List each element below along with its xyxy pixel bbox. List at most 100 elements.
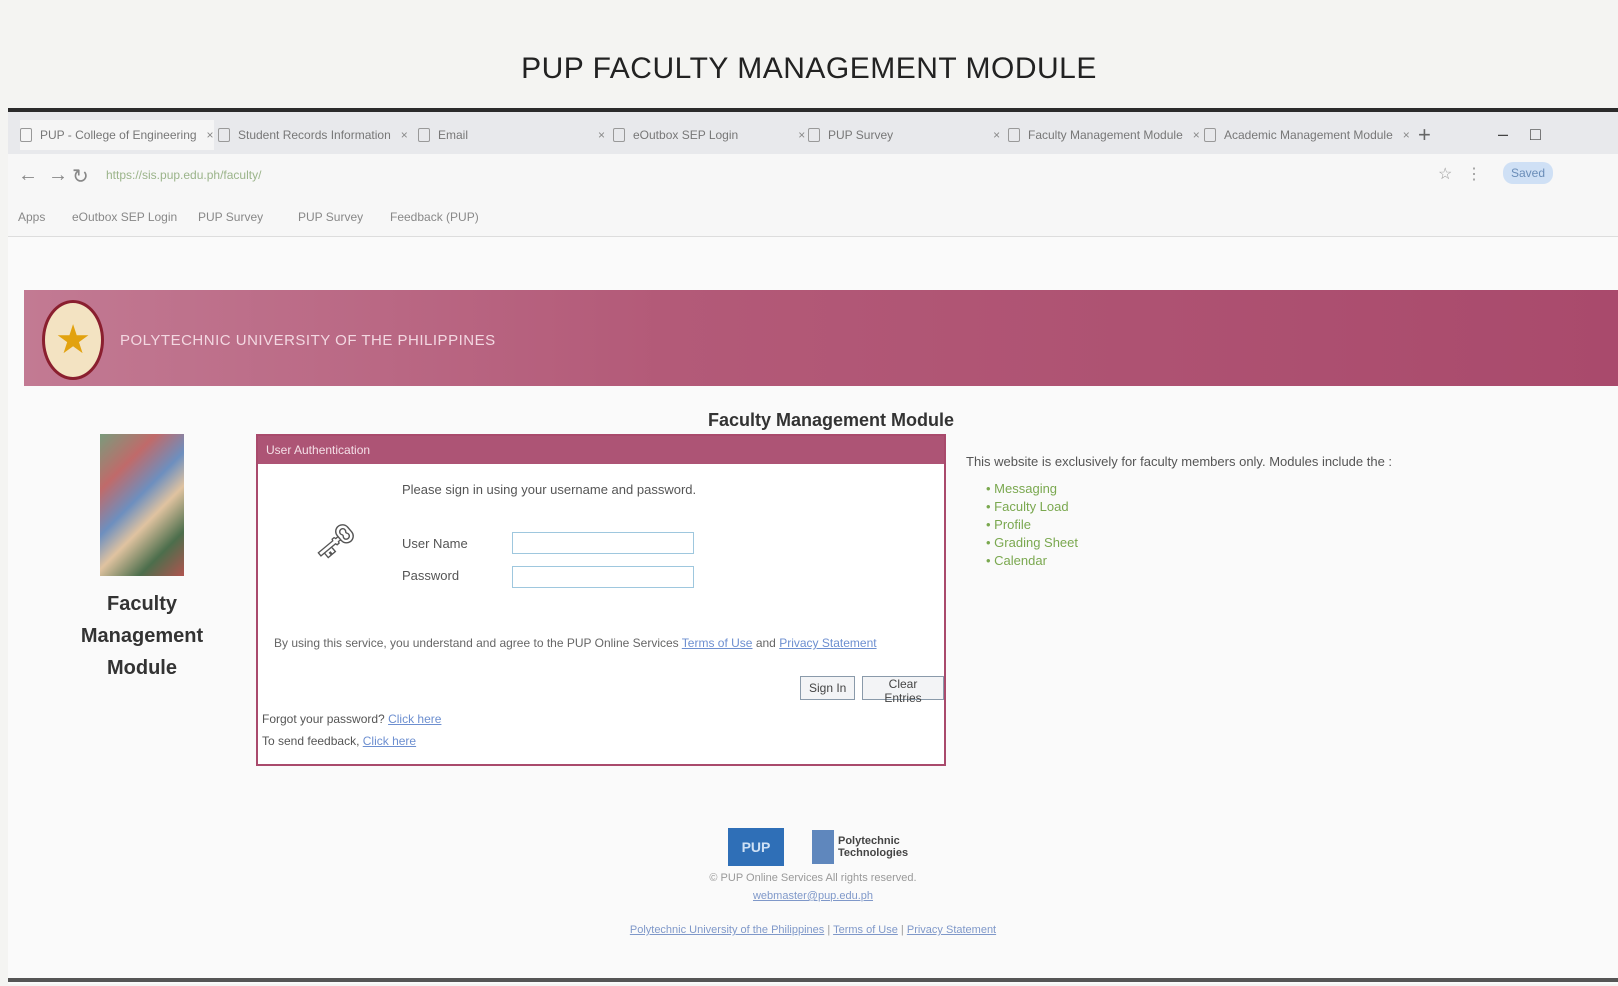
- footer-contact: webmaster@pup.edu.ph: [8, 890, 1618, 902]
- tab-faculty-management[interactable]: Faculty Management Module ×: [1008, 120, 1200, 150]
- privacy-statement-link[interactable]: Privacy Statement: [779, 636, 876, 650]
- maximize-icon[interactable]: □: [1530, 124, 1541, 145]
- tab-eoutbox[interactable]: eOutbox SEP Login ×: [613, 120, 805, 150]
- footer-university-link[interactable]: Polytechnic University of the Philippine…: [630, 924, 824, 936]
- close-icon[interactable]: ×: [1403, 128, 1410, 142]
- bookmark-survey-2[interactable]: PUP Survey: [298, 210, 363, 224]
- tab-academic-management[interactable]: Academic Management Module ×: [1204, 120, 1410, 150]
- close-icon[interactable]: ×: [1193, 128, 1200, 142]
- page-icon: [218, 128, 230, 142]
- page-icon: [418, 128, 430, 142]
- forward-icon[interactable]: →: [48, 164, 68, 187]
- university-banner: ★ POLYTECHNIC UNIVERSITY OF THE PHILIPPI…: [24, 290, 1618, 386]
- forgot-text: Forgot your password?: [262, 712, 385, 726]
- profile-button[interactable]: Saved: [1503, 162, 1554, 184]
- feedback-row: To send feedback, Click here: [262, 734, 416, 748]
- browser-window: PUP - College of Engineering × Student Re…: [8, 108, 1618, 984]
- forgot-password-link[interactable]: Click here: [388, 712, 441, 726]
- terms-and: and: [755, 636, 776, 650]
- terms-of-use-link[interactable]: Terms of Use: [682, 636, 753, 650]
- close-icon[interactable]: ×: [401, 128, 408, 142]
- footer-copyright: © PUP Online Services All rights reserve…: [709, 872, 917, 884]
- minimize-icon[interactable]: –: [1498, 124, 1508, 145]
- footer-terms-link[interactable]: Terms of Use: [833, 924, 898, 936]
- forgot-password-row: Forgot your password? Click here: [262, 712, 441, 726]
- partner-logo: Polytechnic Technologies: [812, 830, 908, 864]
- close-icon[interactable]: ×: [207, 128, 214, 142]
- clear-entries-button[interactable]: Clear Entries: [862, 676, 944, 705]
- username-label: User Name: [402, 536, 468, 551]
- frame-edge: [8, 978, 1618, 982]
- tab-label: Student Records Information: [238, 128, 391, 142]
- tab-label: eOutbox SEP Login: [633, 128, 739, 142]
- tab-engineering[interactable]: PUP - College of Engineering ×: [20, 120, 214, 150]
- star-icon: ★: [55, 318, 91, 362]
- username-input[interactable]: [512, 532, 694, 554]
- login-panel: User Authentication Please sign in using…: [256, 434, 946, 766]
- banner-title: POLYTECHNIC UNIVERSITY OF THE PHILIPPINE…: [120, 332, 496, 349]
- sign-in-button[interactable]: Sign In: [800, 676, 856, 700]
- password-label: Password: [402, 568, 460, 583]
- address-bar[interactable]: https://sis.pup.edu.ph/faculty/: [106, 168, 261, 182]
- caption-line: Management: [80, 625, 204, 647]
- page-title: Faculty Management Module: [708, 410, 955, 430]
- login-panel-header: User Authentication: [258, 436, 944, 464]
- tab-label: Academic Management Module: [1224, 128, 1393, 142]
- partner-logo-text: Polytechnic Technologies: [838, 835, 908, 859]
- tab-survey[interactable]: PUP Survey ×: [808, 120, 1000, 150]
- bookmarks-bar: Apps eOutbox SEP Login PUP Survey PUP Su…: [8, 198, 1618, 237]
- info-intro: This website is exclusively for faculty …: [966, 454, 1393, 469]
- page-icon: [1204, 128, 1216, 142]
- university-seal-logo: ★: [42, 300, 104, 380]
- module-list: Messaging Faculty Load Profile Grading S…: [986, 480, 1078, 570]
- list-item: Calendar: [986, 552, 1078, 570]
- bookmark-eoutbox[interactable]: eOutbox SEP Login: [72, 210, 177, 224]
- partner-logo-line: Technologies: [838, 847, 909, 859]
- list-item: Messaging: [986, 480, 1078, 498]
- tab-label: PUP Survey: [828, 128, 894, 142]
- partner-logo-mark: [812, 830, 834, 864]
- feedback-link[interactable]: Click here: [363, 734, 416, 748]
- partner-logo-line: Polytechnic: [838, 835, 900, 847]
- bookmark-survey-1[interactable]: PUP Survey: [198, 210, 263, 224]
- page-icon: [808, 128, 820, 142]
- login-instruction: Please sign in using your username and p…: [402, 482, 697, 497]
- close-icon[interactable]: ×: [798, 128, 805, 142]
- list-item: Faculty Load: [986, 498, 1078, 516]
- page-icon: [20, 128, 32, 142]
- tab-label: PUP - College of Engineering: [40, 128, 197, 142]
- tab-email[interactable]: Email ×: [418, 120, 605, 150]
- key-icon: 🗝: [314, 523, 358, 561]
- footer-links: Polytechnic University of the Philippine…: [629, 924, 997, 936]
- new-tab-button[interactable]: +: [1418, 122, 1431, 148]
- address-bar-row: ← → ↻ https://sis.pup.edu.ph/faculty/ ☆ …: [8, 154, 1618, 198]
- contact-email-link[interactable]: webmaster@pup.edu.ph: [753, 890, 873, 902]
- close-icon[interactable]: ×: [993, 128, 1000, 142]
- module-cover-image: [100, 434, 184, 576]
- feedback-text: To send feedback,: [262, 734, 360, 748]
- tab-bar: PUP - College of Engineering × Student Re…: [8, 112, 1618, 154]
- terms-text: By using this service, you understand an…: [274, 636, 679, 650]
- footer-privacy-link[interactable]: Privacy Statement: [907, 924, 996, 936]
- page-icon: [613, 128, 625, 142]
- extensions-icon[interactable]: ⋮: [1466, 164, 1482, 184]
- close-icon[interactable]: ×: [598, 128, 605, 142]
- bookmark-feedback[interactable]: Feedback (PUP): [390, 210, 479, 224]
- password-input[interactable]: [512, 566, 694, 588]
- star-icon[interactable]: ☆: [1438, 164, 1452, 184]
- tab-student-records[interactable]: Student Records Information ×: [218, 120, 408, 150]
- pup-logo: PUP: [728, 828, 784, 866]
- reload-icon[interactable]: ↻: [72, 164, 89, 189]
- tab-label: Faculty Management Module: [1028, 128, 1183, 142]
- module-caption: Faculty Management Module: [78, 588, 206, 684]
- list-item: Grading Sheet: [986, 534, 1078, 552]
- list-item: Profile: [986, 516, 1078, 534]
- footer-logos: PUP Polytechnic Technologies: [728, 828, 908, 866]
- tab-label: Email: [438, 128, 469, 142]
- back-icon[interactable]: ←: [18, 164, 38, 187]
- document-title: PUP FACULTY MANAGEMENT MODULE: [521, 52, 1097, 85]
- page-icon: [1008, 128, 1020, 142]
- caption-line: Module: [107, 657, 177, 679]
- bookmark-apps[interactable]: Apps: [18, 210, 45, 224]
- terms-notice: By using this service, you understand an…: [274, 636, 877, 650]
